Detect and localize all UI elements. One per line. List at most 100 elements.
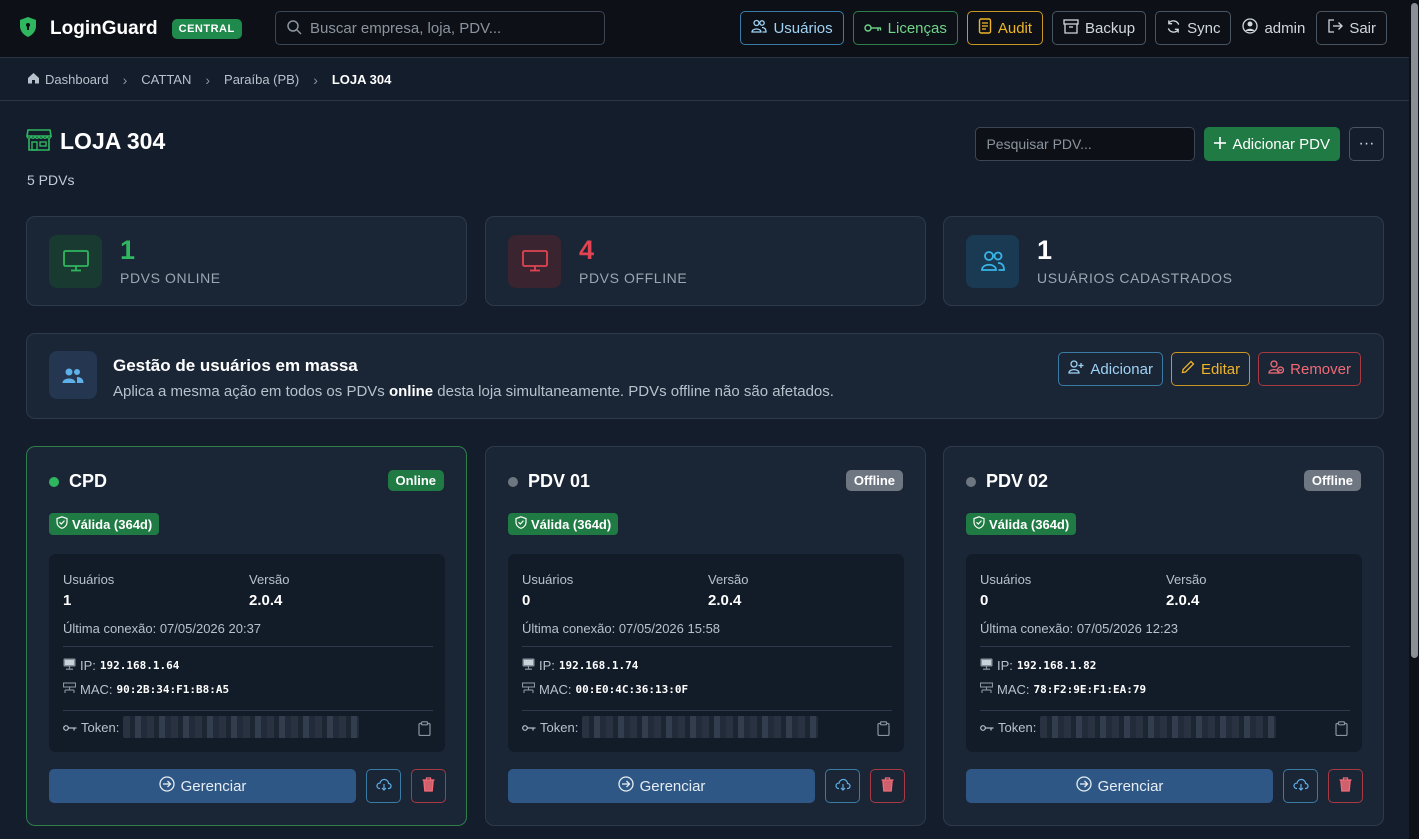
bulk-add-button[interactable]: Adicionar [1058,352,1163,386]
sync-button[interactable]: Sync [1155,11,1232,45]
ethernet-icon [979,682,994,697]
monitor-icon [508,234,561,288]
last-connection-label: Última conexão: [63,621,160,636]
version-value: 2.0.4 [708,592,742,609]
more-options-button[interactable]: ··· [1349,127,1384,161]
user-menu[interactable]: admin [1240,18,1307,38]
last-connection: Última conexão: 07/05/2026 20:37 [63,621,261,636]
licenses-button[interactable]: Licenças [852,11,958,45]
pdv-search-input[interactable] [975,127,1196,161]
users-button[interactable]: Usuários [740,11,844,45]
pdv-details: Usuários Versão 1 2.0.4 Última conexão: … [49,554,445,752]
breadcrumb-company[interactable]: CATTAN [141,72,191,87]
ip-label: IP: [80,658,96,673]
logout-button[interactable]: Sair [1316,11,1387,45]
last-connection-value: 07/05/2026 15:58 [618,621,721,636]
pdv-name: CPD [69,471,108,491]
delete-button[interactable] [1328,769,1363,803]
bulk-title: Gestão de usuários em massa [113,356,358,375]
scrollbar-thumb[interactable] [1411,3,1418,658]
ip-value: 192.168.1.82 [1016,659,1097,672]
bulk-desc-text: desta loja simultaneamente. PDVs offline… [433,383,834,400]
users-button-label: Usuários [773,19,833,37]
breadcrumb-label: Dashboard [45,72,109,87]
breadcrumb-region[interactable]: Paraíba (PB) [224,72,299,87]
bulk-desc-highlight: online [388,383,434,400]
ethernet-icon [521,682,536,697]
brand[interactable]: LoginGuard CENTRAL [18,16,258,41]
divider [522,710,892,711]
clipboard-copy-icon[interactable] [1335,721,1348,739]
users-label: Usuários [980,572,1032,587]
journal-icon [978,18,992,38]
monitor-icon [49,234,102,288]
pdv-details: Usuários Versão 0 2.0.4 Última conexão: … [966,554,1362,752]
manage-button[interactable]: Gerenciar [966,769,1273,803]
bulk-remove-button[interactable]: Remover [1258,352,1361,386]
divider [63,710,433,711]
clipboard-copy-icon[interactable] [418,721,431,739]
global-search-input[interactable] [310,19,590,37]
audit-button-label: Audit [997,19,1033,37]
users-label: Usuários [522,572,574,587]
audit-button[interactable]: Audit [966,11,1044,45]
arrow-right-circle-icon [1075,776,1092,796]
shop-icon [26,128,52,155]
users-value: 1 [63,592,72,609]
nav-actions: Usuários Licenças Audit Backup Sync admi… [740,11,1387,45]
pencil-icon [1181,360,1195,378]
download-button[interactable] [366,769,401,803]
users-value: 0 [522,592,531,609]
header-actions: Adicionar PDV ··· [975,127,1384,161]
delete-button[interactable] [870,769,905,803]
key-icon [522,720,536,735]
status-dot [508,476,518,487]
delete-button[interactable] [411,769,446,803]
licenses-button-label: Licenças [887,19,947,37]
manage-button-label: Gerenciar [1097,777,1164,795]
central-badge: CENTRAL [171,18,242,39]
mac-label: MAC: [997,682,1030,697]
stat-label: USUÁRIOS CADASTRADOS [1037,269,1233,286]
token-value-masked [1040,716,1277,738]
last-connection-value: 07/05/2026 12:23 [1076,621,1179,636]
clipboard-copy-icon[interactable] [877,721,890,739]
vertical-scrollbar[interactable] [1409,0,1419,839]
manage-button[interactable]: Gerenciar [49,769,356,803]
token-value-masked [123,716,360,738]
pdv-name: PDV 02 [986,471,1049,491]
manage-button[interactable]: Gerenciar [508,769,815,803]
trash-icon [881,777,894,795]
add-pdv-button[interactable]: Adicionar PDV [1204,127,1340,161]
backup-button[interactable]: Backup [1052,11,1147,45]
license-badge: Válida (364d) [508,513,619,535]
last-connection: Última conexão: 07/05/2026 12:23 [980,621,1178,636]
divider [980,710,1350,711]
status-badge: Offline [845,470,903,491]
token-row: Token: [63,716,360,738]
sync-button-label: Sync [1187,19,1221,37]
hdd-network-icon [522,658,535,673]
ip-value: 192.168.1.64 [99,659,180,672]
global-search[interactable] [275,11,605,45]
breadcrumb-dashboard[interactable]: Dashboard [27,72,109,87]
logout-button-label: Sair [1349,19,1376,37]
divider [522,646,892,647]
license-label: Válida (364d) [72,516,153,532]
trash-icon [1339,777,1352,795]
shield-check-icon [515,516,527,532]
last-connection: Última conexão: 07/05/2026 15:58 [522,621,720,636]
download-button[interactable] [1283,769,1318,803]
page-header: LOJA 304 [26,128,165,155]
mac-value: 90:2B:34:F1:B8:A5 [116,683,230,696]
pdv-name: PDV 01 [528,471,591,491]
key-icon [63,720,77,735]
download-button[interactable] [825,769,860,803]
hdd-network-icon [980,658,993,673]
bulk-edit-label: Editar [1200,360,1241,378]
bulk-desc-text: Aplica a mesma ação em todos os PDVs [113,383,389,400]
page-title: LOJA 304 [60,128,166,154]
key-icon [980,720,994,735]
stat-card-online: 1 PDVS ONLINE [26,216,467,306]
bulk-edit-button[interactable]: Editar [1170,352,1251,386]
